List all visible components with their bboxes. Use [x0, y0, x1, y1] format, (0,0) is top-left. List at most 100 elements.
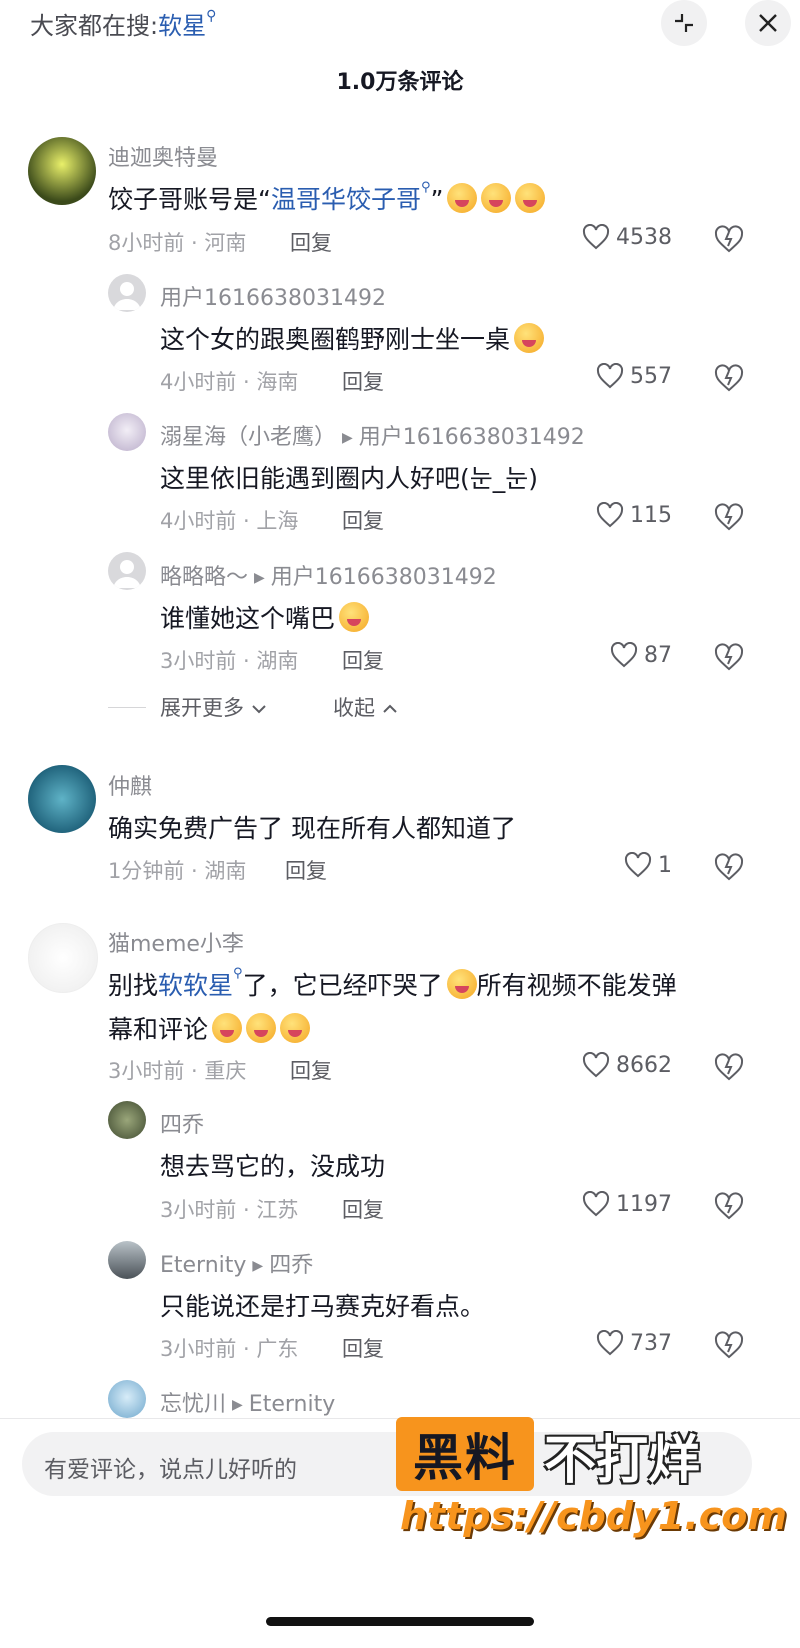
- watermark-logo: 黑料: [396, 1417, 534, 1491]
- like-button[interactable]: 4538: [552, 224, 672, 250]
- reply-time-location: 3小时前 · 江苏: [160, 1198, 299, 1222]
- like-button[interactable]: 737: [552, 1330, 672, 1356]
- expand-more-button[interactable]: 展开更多: [160, 692, 267, 722]
- avatar[interactable]: [108, 1241, 146, 1279]
- reply-button[interactable]: 回复: [342, 645, 384, 675]
- like-button[interactable]: 1197: [552, 1191, 672, 1217]
- reply-button[interactable]: 回复: [290, 1055, 332, 1085]
- comment-text-part: 别找: [108, 971, 159, 1000]
- like-count: 4538: [616, 224, 672, 250]
- reply-to-username[interactable]: 用户1616638031492: [271, 565, 497, 590]
- reply-to-username[interactable]: Eternity: [249, 1392, 335, 1417]
- reply-username[interactable]: 用户1616638031492: [160, 280, 386, 312]
- chevron-up-icon: [382, 704, 397, 713]
- reply-username-line: 忘忧川 ▶ Eternity: [160, 1386, 335, 1418]
- sweat-smile-emoji-icon: [514, 323, 545, 353]
- reply-time-location: 3小时前 · 湖南: [160, 649, 299, 673]
- search-hint-prefix: 大家都在搜:: [30, 12, 159, 40]
- reply-username[interactable]: 溺星海（小老鹰）: [160, 425, 336, 450]
- comment-count-title: 1.0万条评论: [336, 70, 464, 95]
- sweat-smile-emoji-icon: [339, 602, 370, 632]
- reply-button[interactable]: 回复: [342, 1194, 384, 1224]
- like-count: 8662: [616, 1052, 672, 1078]
- comment-text-part: 饺子哥账号是“: [108, 185, 271, 214]
- reply-button[interactable]: 回复: [342, 505, 384, 535]
- close-button[interactable]: [745, 0, 791, 46]
- comment-text-part: 幕和评论: [108, 1015, 209, 1044]
- dislike-button[interactable]: [714, 853, 744, 885]
- heart-icon: [582, 224, 610, 250]
- reply-text: 想去骂它的，没成功: [160, 1152, 386, 1181]
- avatar[interactable]: [108, 1380, 146, 1418]
- search-hint[interactable]: 大家都在搜:软星⚲: [30, 6, 216, 41]
- like-count: 557: [630, 363, 672, 389]
- collapse-replies-button[interactable]: 收起: [333, 692, 398, 722]
- avatar[interactable]: [108, 274, 146, 312]
- like-count: 115: [630, 502, 672, 528]
- avatar[interactable]: [108, 413, 146, 451]
- reply-button[interactable]: 回复: [290, 227, 332, 257]
- search-hint-keyword[interactable]: 软星: [158, 12, 206, 40]
- like-button[interactable]: 8662: [552, 1052, 672, 1078]
- reply-text: 只能说还是打马赛克好看点。: [160, 1292, 486, 1321]
- play-triangle-icon: ▶: [342, 430, 353, 446]
- home-indicator[interactable]: [266, 1617, 534, 1626]
- dislike-heart-icon: [714, 225, 744, 253]
- reply-username[interactable]: 略略略～: [160, 565, 248, 590]
- dislike-heart-icon: [714, 643, 744, 671]
- dislike-button[interactable]: [714, 225, 744, 257]
- comment-link[interactable]: 软软星: [158, 971, 233, 1000]
- avatar[interactable]: [108, 1101, 146, 1139]
- watermark-text: 不打烊: [544, 1431, 701, 1491]
- dislike-heart-icon: [714, 503, 744, 531]
- collapse-button[interactable]: [661, 0, 707, 46]
- comment-text: 确实免费广告了 现在所有人都知道了: [108, 814, 516, 843]
- reply-username-line: 略略略～ ▶ 用户1616638031492: [160, 559, 497, 591]
- crying-laughing-emoji-icon: [446, 969, 477, 999]
- reply-username[interactable]: 四乔: [160, 1107, 204, 1139]
- reply-text: 这个女的跟奥圈鹤野刚士坐一桌: [160, 320, 545, 356]
- dislike-heart-icon: [714, 1053, 744, 1081]
- reply-to-username[interactable]: 四乔: [269, 1253, 313, 1278]
- heart-icon: [624, 852, 652, 878]
- comment-input-placeholder[interactable]: 有爱评论，说点儿好听的: [44, 1450, 297, 1484]
- reply-username[interactable]: 忘忧川: [160, 1392, 226, 1417]
- play-triangle-icon: ▶: [252, 1258, 264, 1274]
- play-triangle-icon: ▶: [254, 570, 265, 586]
- heart-icon: [596, 502, 624, 528]
- dislike-button[interactable]: [714, 1192, 744, 1224]
- dislike-button[interactable]: [714, 503, 744, 535]
- avatar[interactable]: [28, 765, 96, 833]
- comment-link[interactable]: 温哥华饺子哥: [271, 185, 421, 214]
- comment-username[interactable]: 仲麒: [108, 769, 152, 801]
- play-triangle-icon: ▶: [232, 1397, 243, 1413]
- avatar[interactable]: [28, 923, 98, 993]
- reply-button[interactable]: 回复: [285, 855, 327, 885]
- reply-to-username[interactable]: 用户1616638031492: [359, 425, 585, 450]
- like-button[interactable]: 557: [552, 363, 672, 389]
- dislike-button[interactable]: [714, 1053, 744, 1085]
- heart-icon: [596, 363, 624, 389]
- avatar[interactable]: [108, 552, 146, 590]
- dislike-button[interactable]: [714, 1331, 744, 1363]
- dislike-heart-icon: [714, 1192, 744, 1220]
- heart-icon: [582, 1052, 610, 1078]
- search-icon: ⚲: [420, 180, 431, 195]
- comment-username[interactable]: 猫meme小李: [108, 926, 244, 958]
- default-user-icon: [113, 560, 141, 588]
- reply-time-location: 3小时前 · 广东: [160, 1337, 299, 1361]
- reply-username[interactable]: Eternity: [160, 1253, 246, 1278]
- search-icon: ⚲: [233, 966, 243, 981]
- comment-time-location: 1分钟前 · 湖南: [108, 859, 247, 883]
- comment-time-location: 3小时前 · 重庆: [108, 1059, 247, 1083]
- comment-username[interactable]: 迪迦奥特曼: [108, 140, 218, 172]
- dislike-button[interactable]: [714, 364, 744, 396]
- dislike-button[interactable]: [714, 643, 744, 675]
- collapse-icon: [675, 14, 693, 32]
- reply-button[interactable]: 回复: [342, 1333, 384, 1363]
- like-button[interactable]: 1: [552, 852, 672, 878]
- reply-button[interactable]: 回复: [342, 366, 384, 396]
- avatar[interactable]: [28, 137, 96, 205]
- like-button[interactable]: 87: [552, 642, 672, 668]
- like-button[interactable]: 115: [552, 502, 672, 528]
